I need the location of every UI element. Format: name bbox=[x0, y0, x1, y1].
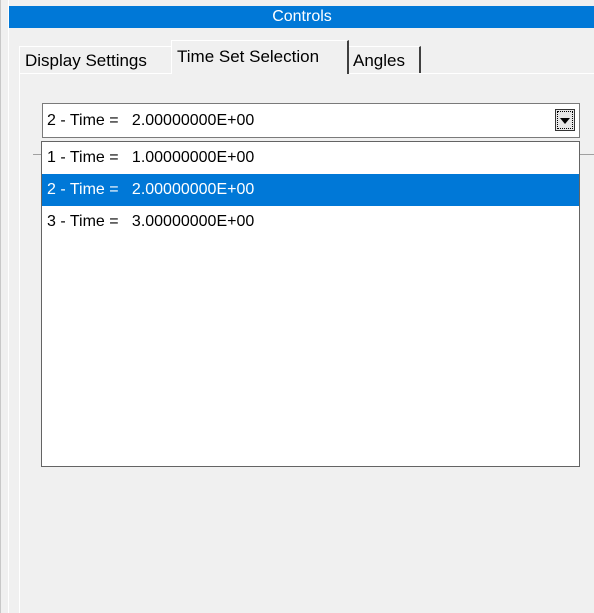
window-title: Controls bbox=[9, 6, 594, 28]
controls-window: Controls Display Settings Time Set Selec… bbox=[0, 0, 594, 613]
chevron-down-icon[interactable] bbox=[555, 109, 575, 131]
tab-time-set-selection[interactable]: Time Set Selection bbox=[171, 40, 349, 74]
group-border bbox=[33, 154, 41, 155]
time-set-option-1[interactable]: 1 - Time = 1.00000000E+00 bbox=[42, 142, 579, 174]
group-border bbox=[579, 154, 594, 155]
time-set-option-2[interactable]: 2 - Time = 2.00000000E+00 bbox=[42, 174, 579, 206]
time-set-combobox[interactable]: 2 - Time = 2.00000000E+00 bbox=[42, 103, 580, 138]
time-set-dropdown-list: 1 - Time = 1.00000000E+00 2 - Time = 2.0… bbox=[41, 141, 580, 467]
time-set-option-3[interactable]: 3 - Time = 3.00000000E+00 bbox=[42, 206, 579, 238]
tab-display-settings[interactable]: Display Settings bbox=[19, 46, 173, 74]
tab-angles[interactable]: Angles bbox=[347, 46, 421, 74]
window-edge bbox=[1, 0, 9, 613]
time-set-selected-value: 2 - Time = 2.00000000E+00 bbox=[47, 112, 255, 129]
